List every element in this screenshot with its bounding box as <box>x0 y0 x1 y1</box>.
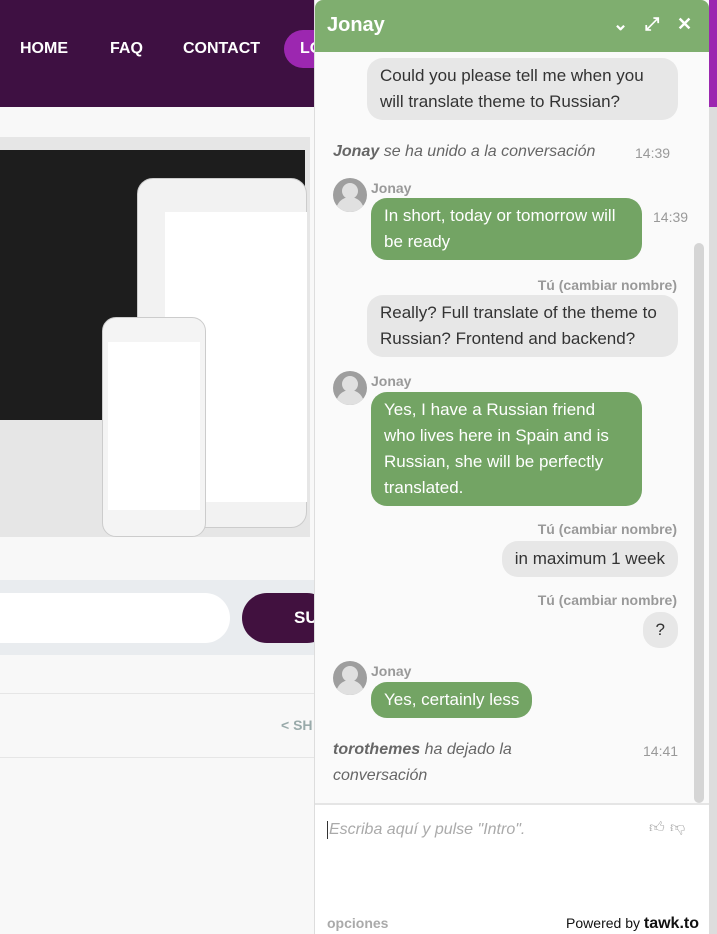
sender-name: Jonay <box>371 663 412 679</box>
popout-icon[interactable]: ⤢ <box>645 14 659 35</box>
timestamp: 14:39 <box>653 209 689 225</box>
message-agent: Yes, I have a Russian friend who lives h… <box>371 392 642 506</box>
message-input[interactable]: Escriba aquí y pulse "Intro". <box>327 821 525 839</box>
options-link[interactable]: opciones <box>327 915 388 931</box>
sender-name[interactable]: Tú (cambiar nombre) <box>538 277 677 293</box>
message-agent: Yes, certainly less <box>371 682 533 718</box>
chat-widget: Jonay ⌄ ⤢ ✕ Could you please tell me whe… <box>314 0 709 934</box>
thumbs-down-icon[interactable]: 👎︎ <box>670 819 685 837</box>
minimize-icon[interactable]: ⌄ <box>613 14 628 35</box>
system-message: Jonay se ha unido a la conversación <box>333 143 596 160</box>
chat-header: Jonay ⌄ ⤢ ✕ <box>315 0 709 52</box>
sender-name[interactable]: Tú (cambiar nombre) <box>538 521 677 537</box>
chat-title: Jonay <box>327 14 385 36</box>
nav-contact[interactable]: CONTACT <box>183 40 260 58</box>
share-button[interactable]: < SH <box>281 717 313 733</box>
thumbs-up-icon[interactable]: 👍︎ <box>649 819 665 837</box>
agent-avatar <box>333 661 367 695</box>
message-visitor: Really? Full translate of the theme to R… <box>367 295 678 357</box>
message-agent: In short, today or tomorrow will be read… <box>371 198 642 260</box>
tawk-link[interactable]: tawk.to <box>644 915 699 932</box>
sender-name: Jonay <box>371 180 412 196</box>
timestamp: 14:39 <box>635 145 671 161</box>
message-visitor: ? <box>642 612 678 648</box>
agent-avatar <box>333 371 367 405</box>
sender-name: Jonay <box>371 373 412 389</box>
email-input[interactable] <box>0 593 230 643</box>
system-message: torothemes ha dejado la conversación <box>333 741 512 784</box>
chat-scrollbar[interactable] <box>694 243 704 803</box>
nav-home[interactable]: HOME <box>20 40 68 58</box>
page-scrollbar[interactable] <box>709 0 717 934</box>
divider <box>0 693 314 694</box>
timestamp: 14:41 <box>643 743 679 759</box>
divider <box>0 757 314 758</box>
agent-avatar <box>333 178 367 212</box>
share-icon: < <box>281 717 294 733</box>
nav-faq[interactable]: FAQ <box>110 40 143 58</box>
message-visitor: Could you please tell me when you will t… <box>367 58 678 120</box>
chat-input-area[interactable]: Escriba aquí y pulse "Intro". 👍︎ 👎︎ opci… <box>315 803 709 934</box>
sender-name[interactable]: Tú (cambiar nombre) <box>538 592 677 608</box>
powered-by: Powered by <box>566 915 640 931</box>
phone-screen <box>108 342 200 510</box>
close-icon[interactable]: ✕ <box>677 14 692 35</box>
message-visitor: in maximum 1 week <box>501 541 678 577</box>
